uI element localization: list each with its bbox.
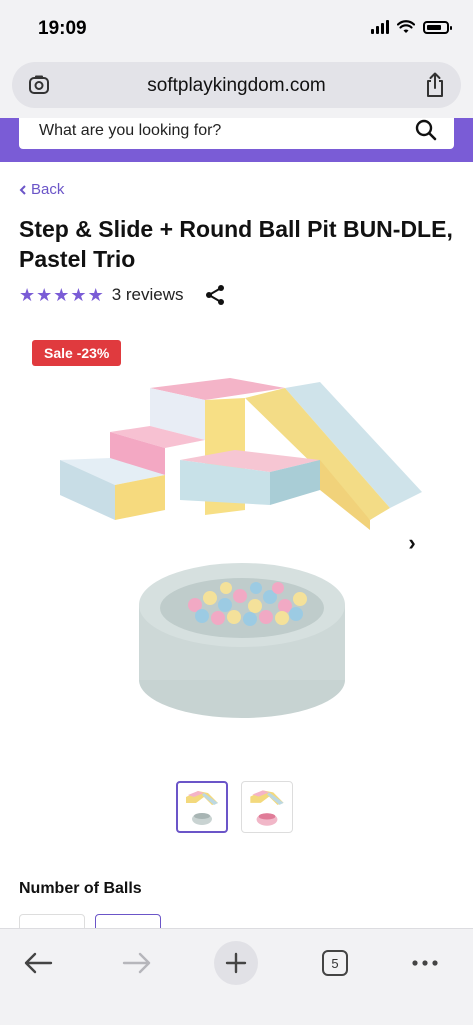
thumbnail-list xyxy=(176,781,293,833)
battery-icon xyxy=(423,20,452,34)
share-page-icon[interactable] xyxy=(424,72,446,98)
more-button[interactable] xyxy=(403,941,447,985)
ball-pit-illustration xyxy=(139,563,345,718)
url-bar[interactable]: softplaykingdom.com xyxy=(12,62,461,108)
arrow-left-icon xyxy=(24,952,53,974)
product-image[interactable] xyxy=(30,360,440,740)
plus-icon xyxy=(225,952,247,974)
chevron-left-icon xyxy=(19,184,26,195)
star-icon: ★ xyxy=(36,285,53,305)
search-icon[interactable] xyxy=(414,118,438,142)
browser-forward-button[interactable] xyxy=(115,941,159,985)
product-title: Step & Slide + Round Ball Pit BUN-DLE, P… xyxy=(19,216,453,272)
wifi-icon xyxy=(397,20,415,33)
browser-url-area: softplaykingdom.com xyxy=(0,58,473,120)
status-bar: 19:09 xyxy=(0,0,473,58)
search-input[interactable]: What are you looking for? xyxy=(19,118,454,149)
star-icon: ★ xyxy=(53,285,70,305)
chevron-right-icon[interactable]: › xyxy=(399,530,425,556)
sale-badge: Sale -23% xyxy=(32,340,122,366)
rating-row: ★ ★ ★ ★ ★ 3 reviews xyxy=(19,284,226,306)
thumbnail-image xyxy=(250,790,284,826)
star-icon: ★ xyxy=(70,285,87,305)
tabs-button[interactable]: 5 xyxy=(313,941,357,985)
step-slide-illustration xyxy=(60,378,422,530)
option-label: Number of Balls xyxy=(19,880,142,897)
thumbnail-image xyxy=(186,791,218,825)
more-icon xyxy=(412,960,438,966)
star-icon: ★ xyxy=(19,285,36,305)
back-link[interactable]: Back xyxy=(19,181,64,198)
back-label: Back xyxy=(31,181,65,198)
browser-toolbar: 5 xyxy=(0,928,473,1025)
reviews-link[interactable]: 3 reviews xyxy=(112,285,184,305)
browser-back-button[interactable] xyxy=(16,941,60,985)
search-placeholder: What are you looking for? xyxy=(39,122,222,139)
site-header: What are you looking for? xyxy=(0,118,473,162)
rating-stars[interactable]: ★ ★ ★ ★ ★ xyxy=(19,285,104,305)
share-icon[interactable] xyxy=(204,284,226,306)
arrow-right-icon xyxy=(122,952,151,974)
star-icon: ★ xyxy=(87,285,104,305)
signal-icon xyxy=(371,20,389,34)
thumbnail-item[interactable] xyxy=(176,781,228,833)
tabs-icon: 5 xyxy=(322,950,348,976)
url-text[interactable]: softplaykingdom.com xyxy=(12,75,461,97)
new-tab-button[interactable] xyxy=(214,941,258,985)
status-icons xyxy=(371,20,452,34)
status-time: 19:09 xyxy=(38,18,87,39)
thumbnail-item[interactable] xyxy=(241,781,293,833)
